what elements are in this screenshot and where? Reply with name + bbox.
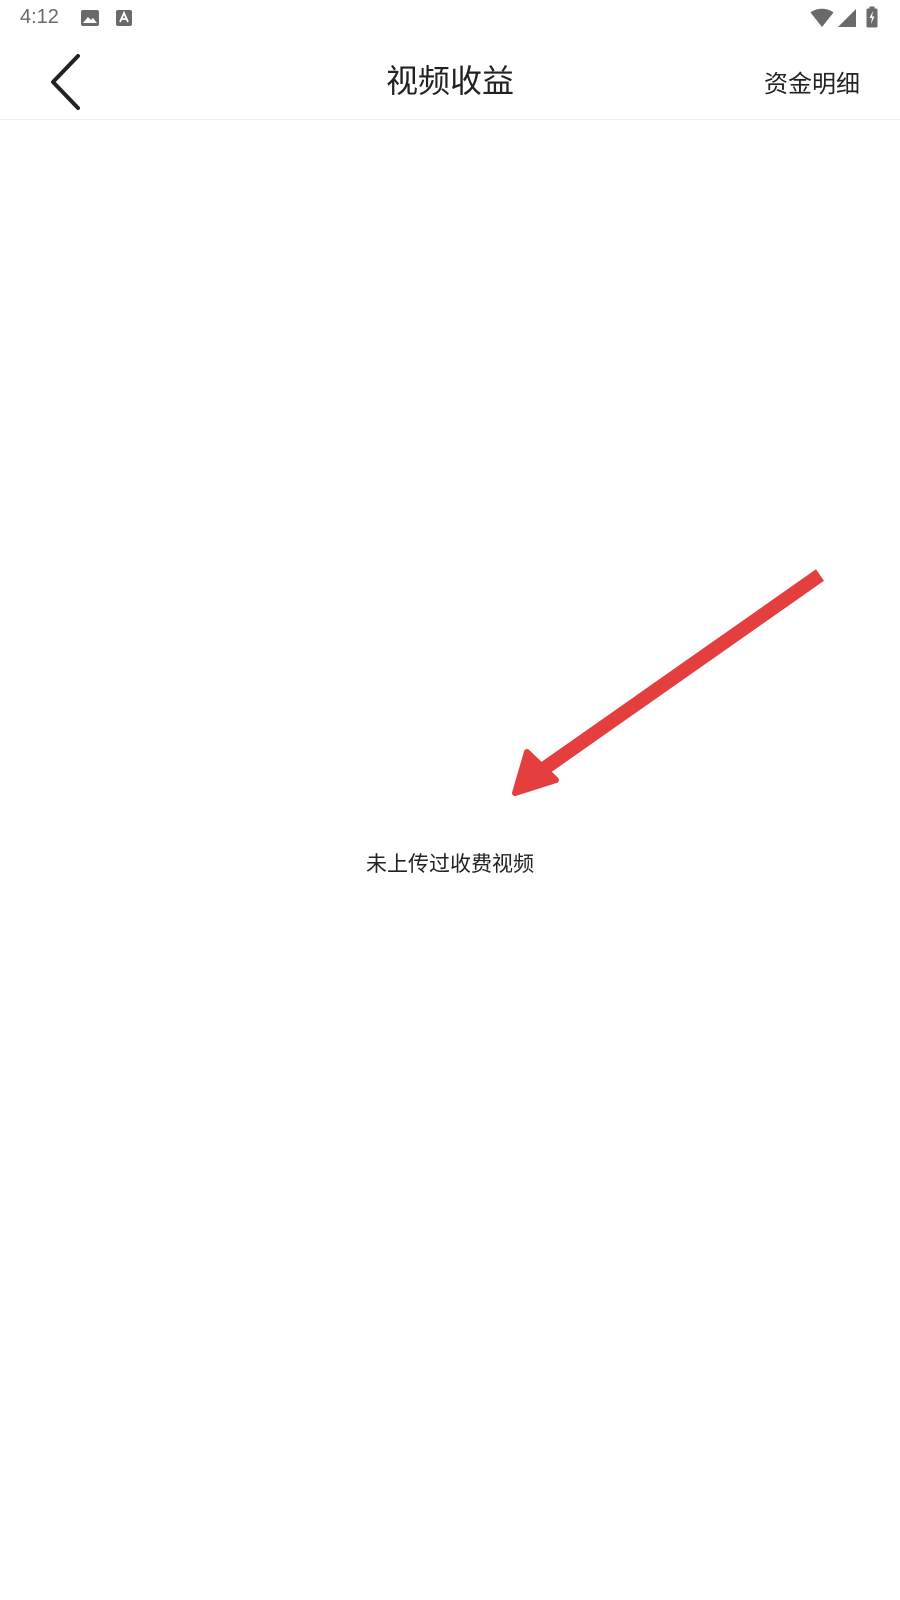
back-button[interactable] (32, 42, 102, 112)
navigation-bar: 视频收益 资金明细 (0, 36, 900, 120)
font-notification-icon (115, 9, 133, 31)
status-bar: 4:12 (0, 0, 900, 36)
chevron-left-icon (51, 54, 80, 110)
annotation-arrow (512, 569, 825, 796)
fund-details-button[interactable]: 资金明细 (764, 64, 860, 99)
status-time: 4:12 (20, 6, 59, 28)
empty-state-message: 未上传过收费视频 (366, 852, 534, 876)
battery-charging-icon (866, 6, 878, 32)
video-earnings-screen: 4:12 视频收益 资金明细 未上传过收费视频 (0, 0, 900, 1600)
wifi-icon (810, 8, 834, 32)
image-notification-icon (80, 9, 100, 31)
cell-signal-icon (837, 8, 857, 32)
